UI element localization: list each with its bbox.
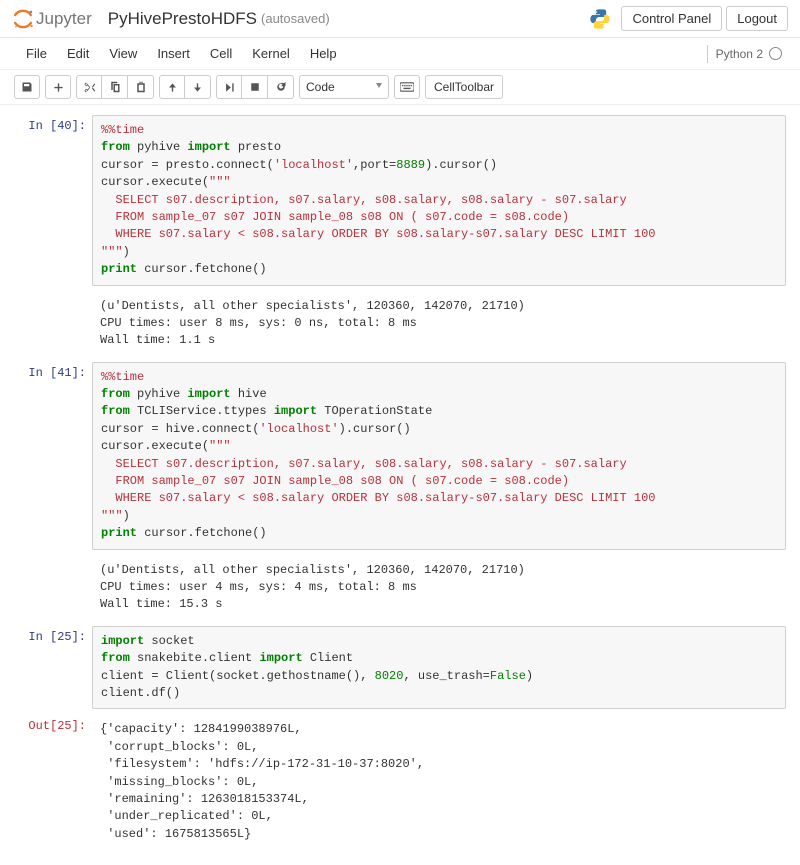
input-prompt: In [41]: — [14, 362, 92, 550]
result-output: {'capacity': 1284199038976L, 'corrupt_bl… — [92, 715, 786, 849]
code-input[interactable]: %%time from pyhive import presto cursor … — [92, 115, 786, 286]
output-cell: (u'Dentists, all other specialists', 120… — [14, 556, 786, 620]
stop-icon — [250, 82, 260, 92]
python-icon — [589, 8, 611, 30]
code-cell[interactable]: In [41]: %%time from pyhive import hive … — [14, 362, 786, 550]
output-prompt: Out[25]: — [14, 715, 92, 849]
save-button[interactable] — [14, 75, 40, 99]
jupyter-icon — [12, 8, 34, 30]
copy-button[interactable] — [102, 75, 128, 99]
output-cell: Out[25]: {'capacity': 1284199038976L, 'c… — [14, 715, 786, 849]
kernel-indicator: Python 2 — [707, 45, 792, 63]
code-cell[interactable]: In [40]: %%time from pyhive import prest… — [14, 115, 786, 286]
input-prompt: In [25]: — [14, 626, 92, 710]
menu-file[interactable]: File — [16, 42, 57, 65]
code-cell[interactable]: In [25]: import socket from snakebite.cl… — [14, 626, 786, 710]
cell-toolbar-button[interactable]: CellToolbar — [425, 75, 503, 99]
cell-toolbar-label: CellToolbar — [434, 80, 494, 94]
menu-help[interactable]: Help — [300, 42, 347, 65]
arrow-up-icon — [167, 82, 178, 93]
output-prompt-empty — [14, 292, 92, 356]
logout-button[interactable]: Logout — [726, 6, 788, 31]
save-icon — [21, 81, 33, 93]
header: Jupyter PyHivePrestoHDFS (autosaved) Con… — [0, 0, 800, 38]
control-panel-button[interactable]: Control Panel — [621, 6, 722, 31]
copy-icon — [109, 81, 121, 93]
menu-view[interactable]: View — [99, 42, 147, 65]
jupyter-logo[interactable]: Jupyter — [12, 8, 92, 30]
refresh-icon — [275, 81, 287, 93]
stdout-output: (u'Dentists, all other specialists', 120… — [92, 292, 786, 356]
menu-edit[interactable]: Edit — [57, 42, 99, 65]
step-forward-icon — [224, 82, 235, 93]
menu-kernel[interactable]: Kernel — [242, 42, 300, 65]
plus-icon — [53, 82, 64, 93]
toolbar: Code CellToolbar — [0, 70, 800, 105]
run-button[interactable] — [216, 75, 242, 99]
output-cell: (u'Dentists, all other specialists', 120… — [14, 292, 786, 356]
paste-button[interactable] — [128, 75, 154, 99]
cell-type-label: Code — [306, 80, 335, 94]
notebook-area: In [40]: %%time from pyhive import prest… — [0, 105, 800, 865]
cell-type-select[interactable]: Code — [299, 75, 389, 99]
move-up-button[interactable] — [159, 75, 185, 99]
input-prompt: In [40]: — [14, 115, 92, 286]
command-palette-button[interactable] — [394, 75, 420, 99]
stdout-output: (u'Dentists, all other specialists', 120… — [92, 556, 786, 620]
notebook-title[interactable]: PyHivePrestoHDFS — [108, 9, 257, 29]
autosave-status: (autosaved) — [261, 11, 330, 26]
menubar: File Edit View Insert Cell Kernel Help P… — [0, 38, 800, 70]
code-input[interactable]: import socket from snakebite.client impo… — [92, 626, 786, 710]
move-down-button[interactable] — [185, 75, 211, 99]
interrupt-button[interactable] — [242, 75, 268, 99]
add-cell-button[interactable] — [45, 75, 71, 99]
output-prompt-empty — [14, 556, 92, 620]
scissors-icon — [83, 81, 96, 94]
clipboard-icon — [135, 81, 147, 93]
logo-text: Jupyter — [36, 9, 92, 29]
keyboard-icon — [400, 82, 414, 92]
kernel-name: Python 2 — [716, 47, 763, 61]
arrow-down-icon — [192, 82, 203, 93]
kernel-status-idle-icon — [769, 47, 782, 60]
menu-cell[interactable]: Cell — [200, 42, 242, 65]
cut-button[interactable] — [76, 75, 102, 99]
code-input[interactable]: %%time from pyhive import hive from TCLI… — [92, 362, 786, 550]
restart-button[interactable] — [268, 75, 294, 99]
menu-insert[interactable]: Insert — [147, 42, 200, 65]
